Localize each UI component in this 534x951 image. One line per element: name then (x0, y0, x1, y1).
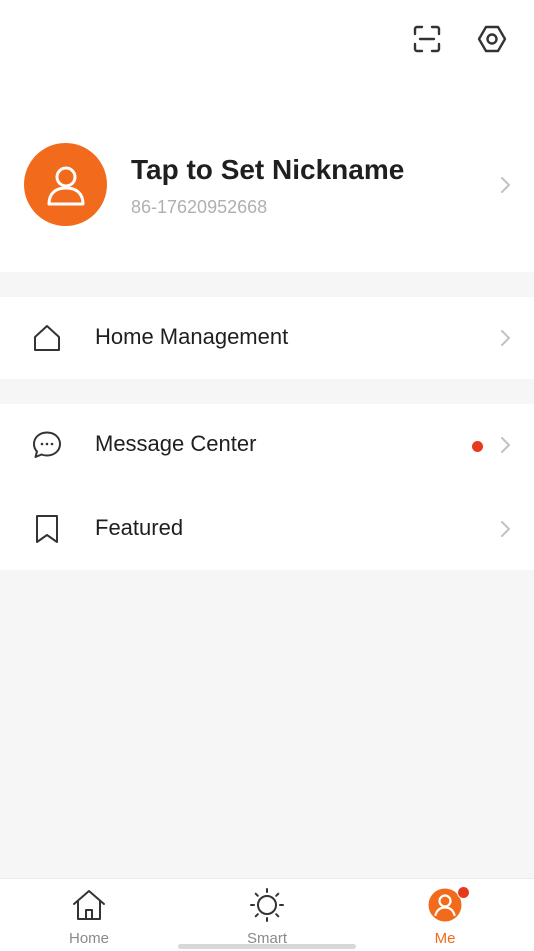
bottom-tab-bar: Home Smart Me (0, 878, 534, 951)
menu-label: Message Center (95, 431, 257, 456)
user-icon (47, 166, 84, 205)
tab-smart[interactable]: Smart (207, 879, 327, 951)
tab-label: Me (434, 930, 456, 947)
messages-card: Message Center Featured (0, 404, 534, 570)
chevron-right-icon (498, 435, 512, 455)
tab-home[interactable]: Home (29, 879, 149, 951)
nickname[interactable]: Tap to Set Nickname (131, 154, 404, 186)
profile-header: Tap to Set Nickname 86-17620952668 (0, 0, 534, 272)
menu-item-featured[interactable]: Featured (0, 488, 534, 570)
menu-item-message-center[interactable]: Message Center (0, 404, 534, 486)
settings-hexagon-icon[interactable] (472, 19, 512, 59)
menu-item-home-management[interactable]: Home Management (0, 297, 534, 379)
scan-icon[interactable] (407, 19, 447, 59)
avatar[interactable] (24, 143, 107, 226)
home-icon (71, 887, 107, 923)
home-indicator (178, 944, 356, 949)
chat-bubble-icon (32, 430, 62, 460)
menu-label: Home Management (95, 324, 289, 349)
unread-dot (472, 441, 483, 452)
chevron-right-icon (498, 175, 512, 195)
house-icon (32, 323, 62, 353)
notification-badge (457, 886, 470, 899)
sun-icon (249, 887, 285, 923)
phone-number: 86-17620952668 (131, 197, 268, 217)
chevron-right-icon (498, 328, 512, 348)
profile-card[interactable]: Tap to Set Nickname 86-17620952668 (0, 130, 534, 240)
bookmark-icon (32, 514, 62, 544)
chevron-right-icon (498, 519, 512, 539)
menu-label: Featured (95, 515, 184, 540)
tab-me[interactable]: Me (385, 879, 505, 951)
home-management-card: Home Management (0, 297, 534, 379)
tab-label: Home (68, 930, 109, 947)
